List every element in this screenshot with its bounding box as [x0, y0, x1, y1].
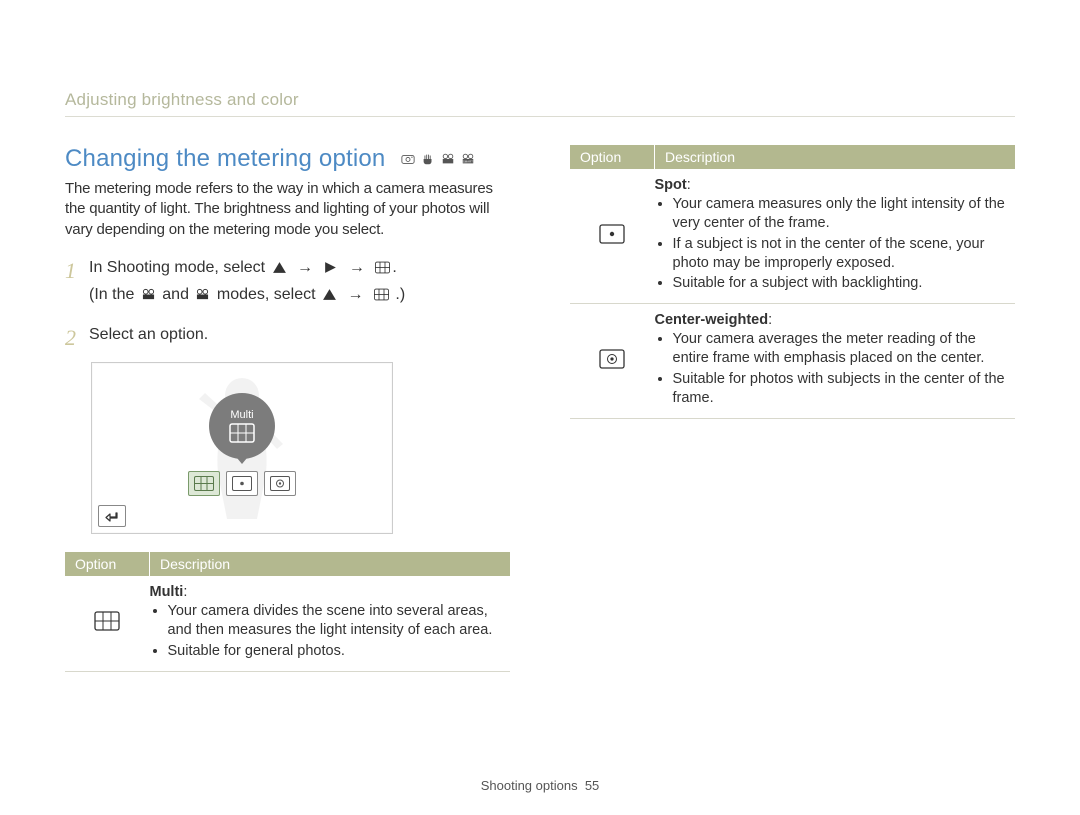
metering-multi-icon	[374, 288, 389, 305]
option-desc-cell: Center-weighted: Your camera averages th…	[655, 304, 1016, 418]
bullet: Suitable for a subject with backlighting…	[673, 274, 1008, 293]
option-desc-cell: Multi: Your camera divides the scene int…	[150, 576, 511, 671]
step1-text-b: (In the	[89, 286, 139, 303]
intro-text: The metering mode refers to the way in w…	[65, 179, 510, 240]
option-center-weighted[interactable]	[264, 471, 296, 496]
tooltip-label: Multi	[230, 409, 253, 421]
option-name: Spot	[655, 177, 687, 193]
step1-text-a: In Shooting mode, select	[89, 259, 270, 276]
breadcrumb: Adjusting brightness and color	[65, 90, 1015, 117]
th-description: Description	[150, 552, 511, 576]
step1-text-d: modes, select	[217, 286, 320, 303]
bullet: Your camera averages the meter reading o…	[673, 330, 1008, 368]
smart-video-mode-icon: SMART	[461, 152, 475, 166]
arrow-icon: →	[297, 259, 313, 276]
bullet: If a subject is not in the center of the…	[673, 235, 1008, 273]
metering-center-icon	[599, 349, 625, 369]
metering-multi-icon	[375, 261, 390, 278]
metering-multi-icon	[229, 423, 255, 443]
up-triangle-icon	[272, 261, 287, 278]
option-name: Multi	[150, 584, 184, 600]
svg-text:SMART: SMART	[464, 160, 474, 164]
metering-multi-icon	[94, 611, 120, 631]
arrow-icon: →	[347, 286, 363, 303]
option-multi[interactable]	[188, 471, 220, 496]
step-list: In Shooting mode, select → → . (In the a…	[65, 256, 510, 348]
camera-screen-preview: Multi	[91, 362, 393, 534]
bullet: Suitable for general photos.	[168, 642, 503, 661]
heading-text: Changing the metering option	[65, 145, 385, 173]
table-row: Center-weighted: Your camera averages th…	[570, 304, 1015, 418]
page-footer: Shooting options 55	[0, 778, 1080, 793]
th-option: Option	[570, 145, 655, 169]
metering-options-row	[188, 471, 296, 496]
back-arrow-icon	[105, 510, 119, 522]
tooltip-bubble: Multi	[209, 393, 275, 459]
camera-mode-icon	[401, 152, 415, 166]
hand-mode-icon	[421, 152, 435, 166]
right-triangle-icon	[323, 261, 338, 278]
bullet: Suitable for photos with subjects in the…	[673, 370, 1008, 408]
mode-icons: SMART	[401, 152, 475, 166]
metering-spot-icon	[599, 224, 625, 244]
footer-page-number: 55	[585, 778, 599, 793]
option-spot[interactable]	[226, 471, 258, 496]
th-option: Option	[65, 552, 150, 576]
step-1: In Shooting mode, select → → . (In the a…	[65, 256, 510, 310]
step1-text-e: .)	[395, 286, 405, 303]
up-triangle-icon	[322, 288, 337, 305]
options-table-left: Option Description Multi: Your camera di…	[65, 552, 510, 672]
bullet: Your camera measures only the light inte…	[673, 195, 1008, 233]
back-button[interactable]	[98, 505, 126, 527]
option-icon-cell	[570, 169, 655, 304]
bullet: Your camera divides the scene into sever…	[168, 602, 503, 640]
option-name: Center-weighted	[655, 312, 769, 328]
option-icon-cell	[65, 576, 150, 671]
options-table-right: Option Description Spot: Your camera mea…	[570, 145, 1015, 419]
video-mode-icon	[141, 288, 156, 305]
option-desc-cell: Spot: Your camera measures only the ligh…	[655, 169, 1016, 304]
arrow-icon: →	[349, 259, 365, 276]
step1-text-c: and	[162, 286, 193, 303]
step-2: Select an option.	[65, 323, 510, 348]
table-row: Multi: Your camera divides the scene int…	[65, 576, 510, 671]
table-row: Spot: Your camera measures only the ligh…	[570, 169, 1015, 304]
smart-video-mode-icon	[195, 288, 210, 305]
footer-section: Shooting options	[481, 778, 578, 793]
page-heading: Changing the metering option SMART	[65, 145, 510, 173]
video-mode-icon	[441, 152, 455, 166]
th-description: Description	[655, 145, 1016, 169]
option-icon-cell	[570, 304, 655, 418]
